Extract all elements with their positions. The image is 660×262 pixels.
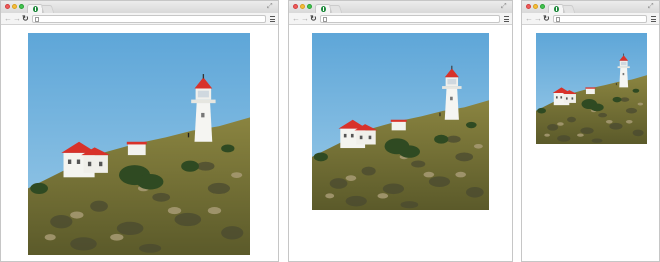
lighthouse-photo <box>28 33 250 255</box>
address-bar[interactable] <box>320 15 500 23</box>
forward-arrow-icon[interactable]: → <box>301 14 309 23</box>
favicon-icon <box>321 6 326 12</box>
page-icon <box>556 17 560 22</box>
browser-toolbar: ← → ↻ <box>289 13 512 25</box>
back-arrow-icon[interactable]: ← <box>4 14 12 23</box>
reload-icon[interactable]: ↻ <box>22 14 29 23</box>
page-viewport <box>522 26 659 261</box>
menu-icon[interactable] <box>504 16 509 22</box>
new-tab-button[interactable] <box>328 5 343 13</box>
reload-icon[interactable]: ↻ <box>310 14 317 23</box>
fullscreen-icon[interactable]: ⤢ <box>648 3 655 10</box>
page-icon <box>323 17 327 22</box>
lighthouse-photo <box>536 33 647 144</box>
fullscreen-icon[interactable]: ⤢ <box>501 3 508 10</box>
maximize-button[interactable] <box>19 4 24 9</box>
back-arrow-icon[interactable]: ← <box>292 14 300 23</box>
address-bar[interactable] <box>32 15 266 23</box>
title-bar: ⤢ <box>522 1 659 13</box>
menu-icon[interactable] <box>270 16 275 22</box>
address-bar[interactable] <box>553 15 647 23</box>
window-controls <box>293 4 312 9</box>
browser-window-large: ⤢ ← → ↻ <box>0 0 279 262</box>
browser-toolbar: ← → ↻ <box>522 13 659 25</box>
close-button[interactable] <box>5 4 10 9</box>
reload-icon[interactable]: ↻ <box>543 14 550 23</box>
lighthouse-photo <box>312 33 489 210</box>
title-bar: ⤢ <box>1 1 278 13</box>
page-viewport <box>1 26 278 261</box>
window-controls <box>526 4 545 9</box>
page-viewport <box>289 26 512 261</box>
minimize-button[interactable] <box>300 4 305 9</box>
maximize-button[interactable] <box>307 4 312 9</box>
title-bar: ⤢ <box>289 1 512 13</box>
favicon-icon <box>33 6 38 12</box>
favicon-icon <box>554 6 559 12</box>
maximize-button[interactable] <box>540 4 545 9</box>
close-button[interactable] <box>293 4 298 9</box>
close-button[interactable] <box>526 4 531 9</box>
forward-arrow-icon[interactable]: → <box>13 14 21 23</box>
browser-window-small: ⤢ ← → ↻ <box>521 0 660 262</box>
browser-window-medium: ⤢ ← → ↻ <box>288 0 513 262</box>
minimize-button[interactable] <box>533 4 538 9</box>
minimize-button[interactable] <box>12 4 17 9</box>
back-arrow-icon[interactable]: ← <box>525 14 533 23</box>
browser-toolbar: ← → ↻ <box>1 13 278 25</box>
new-tab-button[interactable] <box>40 5 55 13</box>
window-controls <box>5 4 24 9</box>
page-icon <box>35 17 39 22</box>
forward-arrow-icon[interactable]: → <box>534 14 542 23</box>
menu-icon[interactable] <box>651 16 656 22</box>
fullscreen-icon[interactable]: ⤢ <box>267 3 274 10</box>
new-tab-button[interactable] <box>561 5 576 13</box>
